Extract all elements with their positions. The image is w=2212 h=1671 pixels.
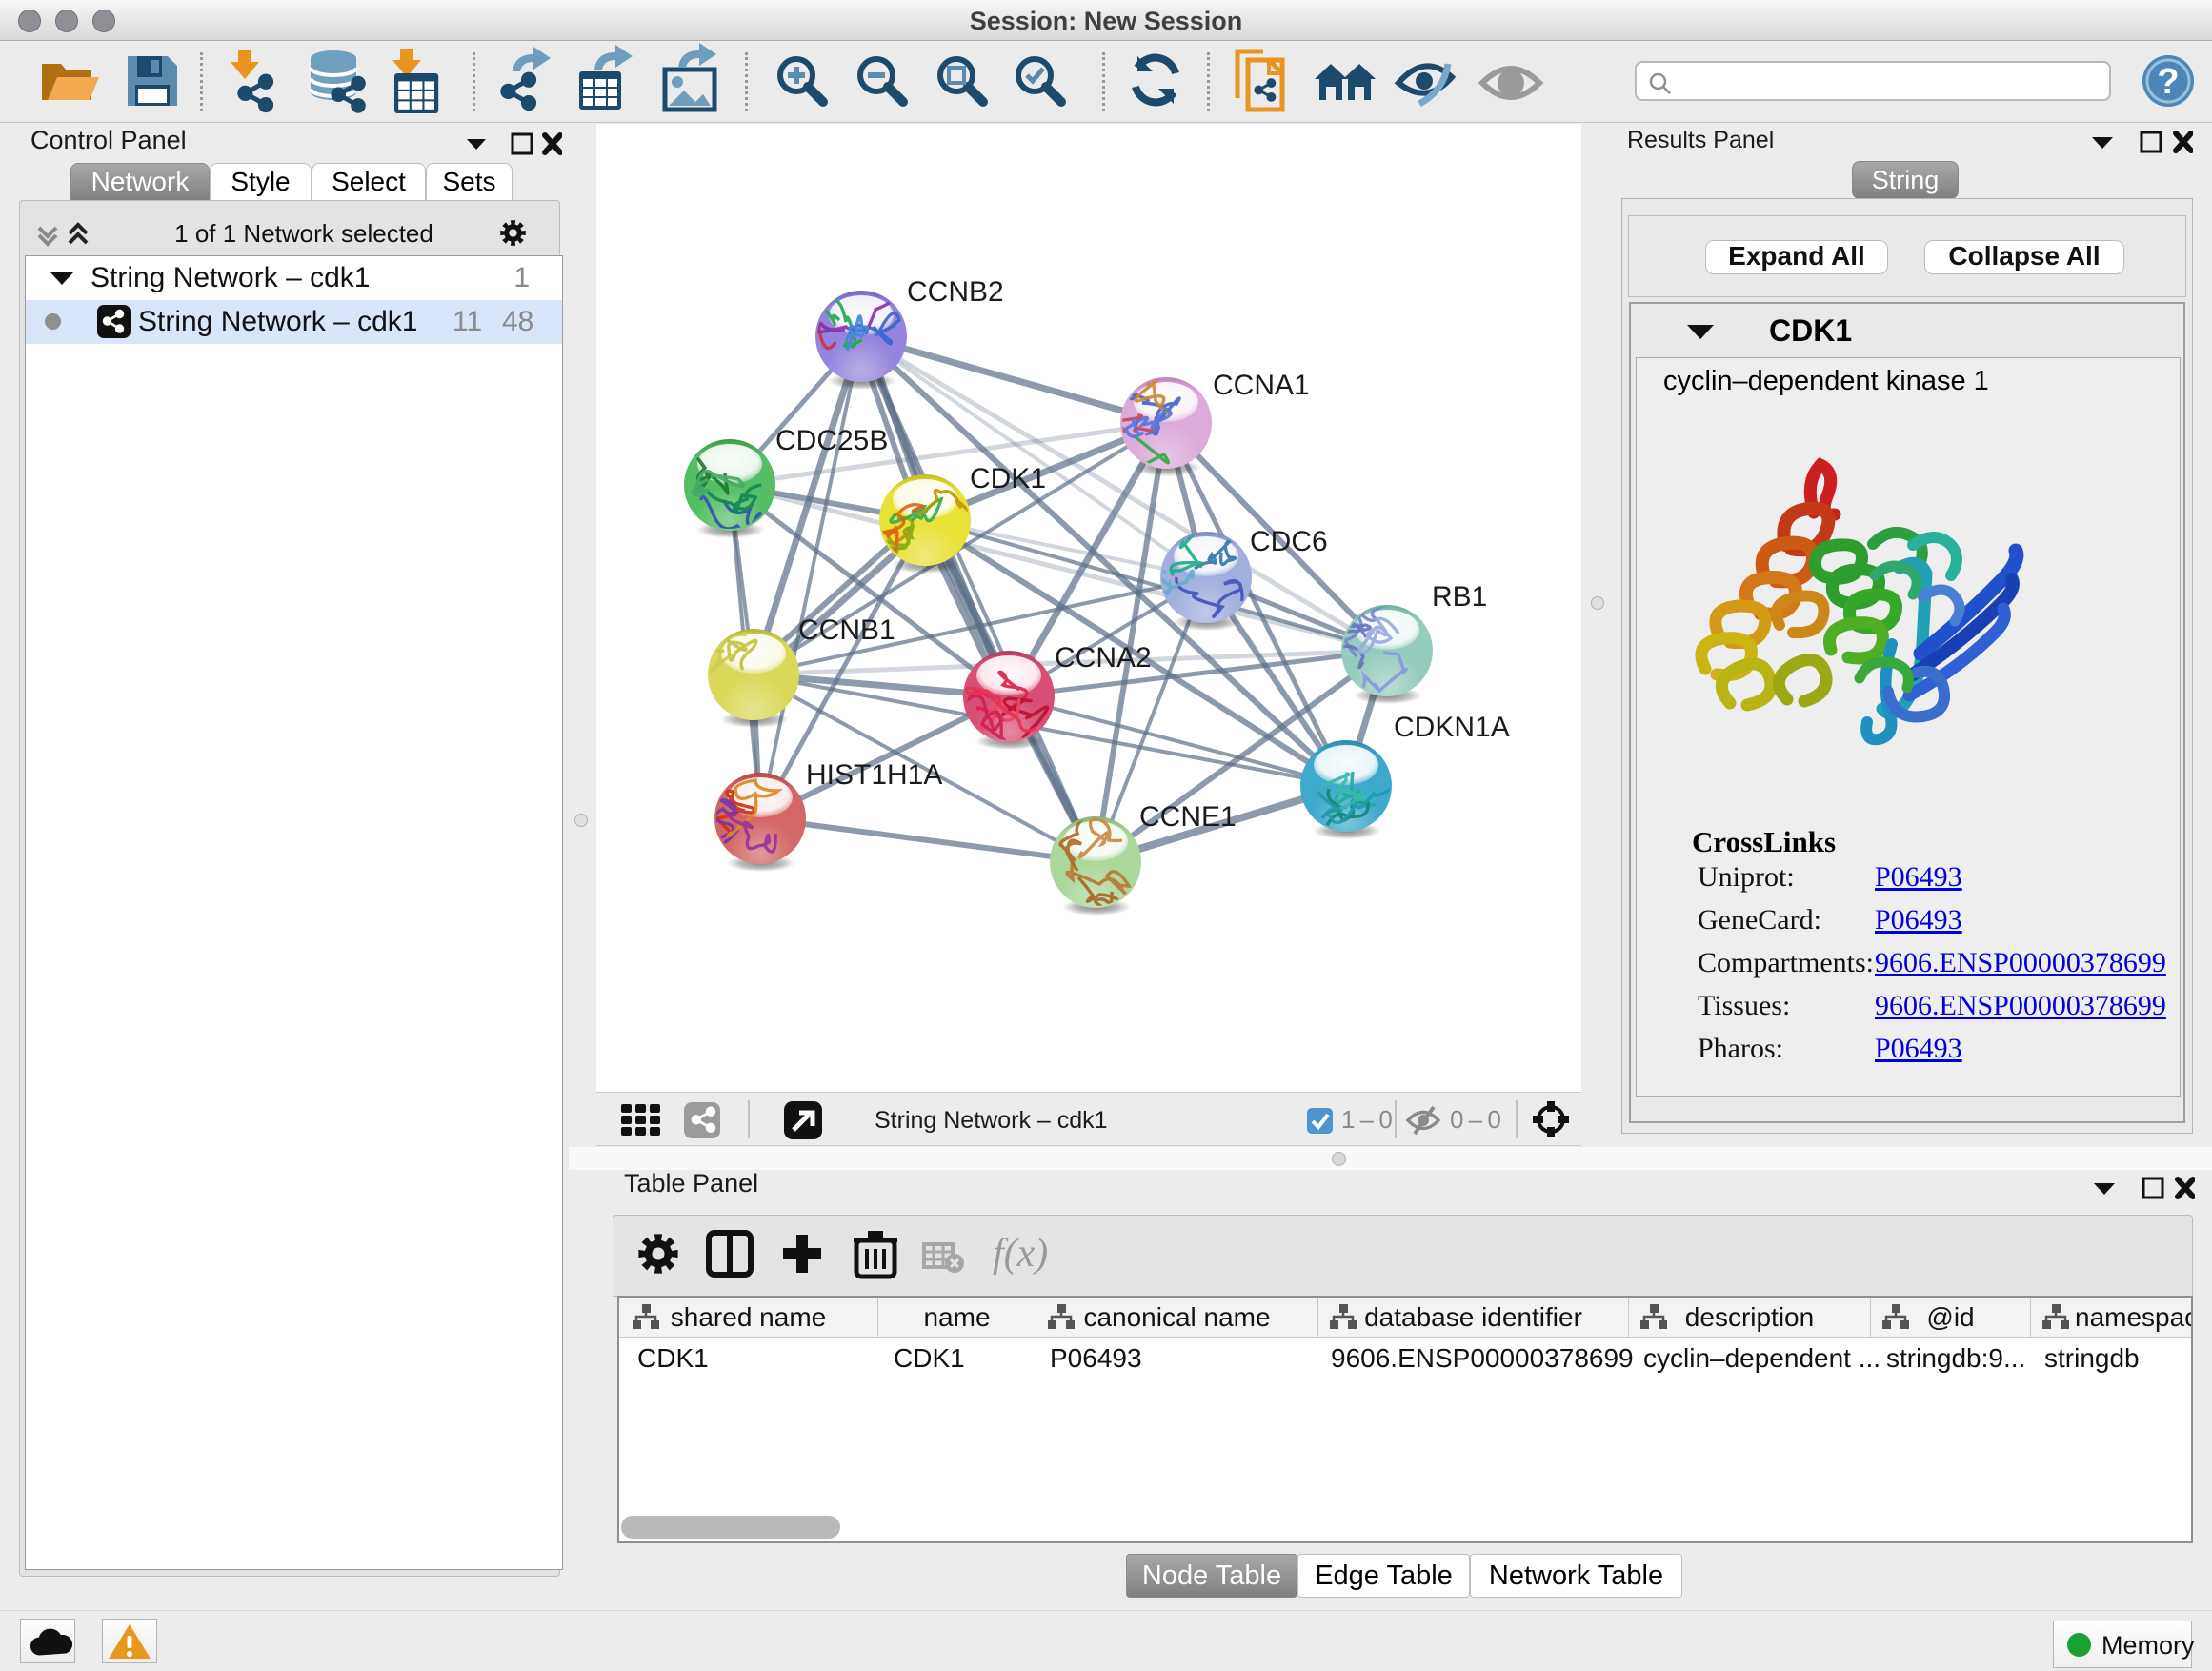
svg-text:HIST1H1A: HIST1H1A bbox=[806, 759, 942, 791]
svg-text:CDKN1A: CDKN1A bbox=[1394, 712, 1510, 743]
svg-text:1 – 0: 1 – 0 bbox=[1341, 1105, 1393, 1134]
svg-text:CCNB1: CCNB1 bbox=[798, 614, 895, 646]
svg-text:RB1: RB1 bbox=[1432, 581, 1487, 613]
svg-text:0 – 0: 0 – 0 bbox=[1450, 1105, 1501, 1134]
svg-text:CCNA2: CCNA2 bbox=[1055, 642, 1152, 674]
svg-text:CCNB2: CCNB2 bbox=[907, 276, 1004, 308]
svg-text:CDK1: CDK1 bbox=[970, 463, 1046, 494]
svg-text:f(x): f(x) bbox=[993, 1232, 1048, 1276]
svg-text:?: ? bbox=[2157, 62, 2179, 102]
svg-text:CDC6: CDC6 bbox=[1250, 526, 1328, 557]
svg-text:CCNE1: CCNE1 bbox=[1139, 801, 1237, 833]
svg-text:String Network – cdk1: String Network – cdk1 bbox=[875, 1107, 1108, 1134]
svg-text:CDC25B: CDC25B bbox=[775, 425, 888, 456]
svg-text:CCNA1: CCNA1 bbox=[1213, 370, 1310, 401]
